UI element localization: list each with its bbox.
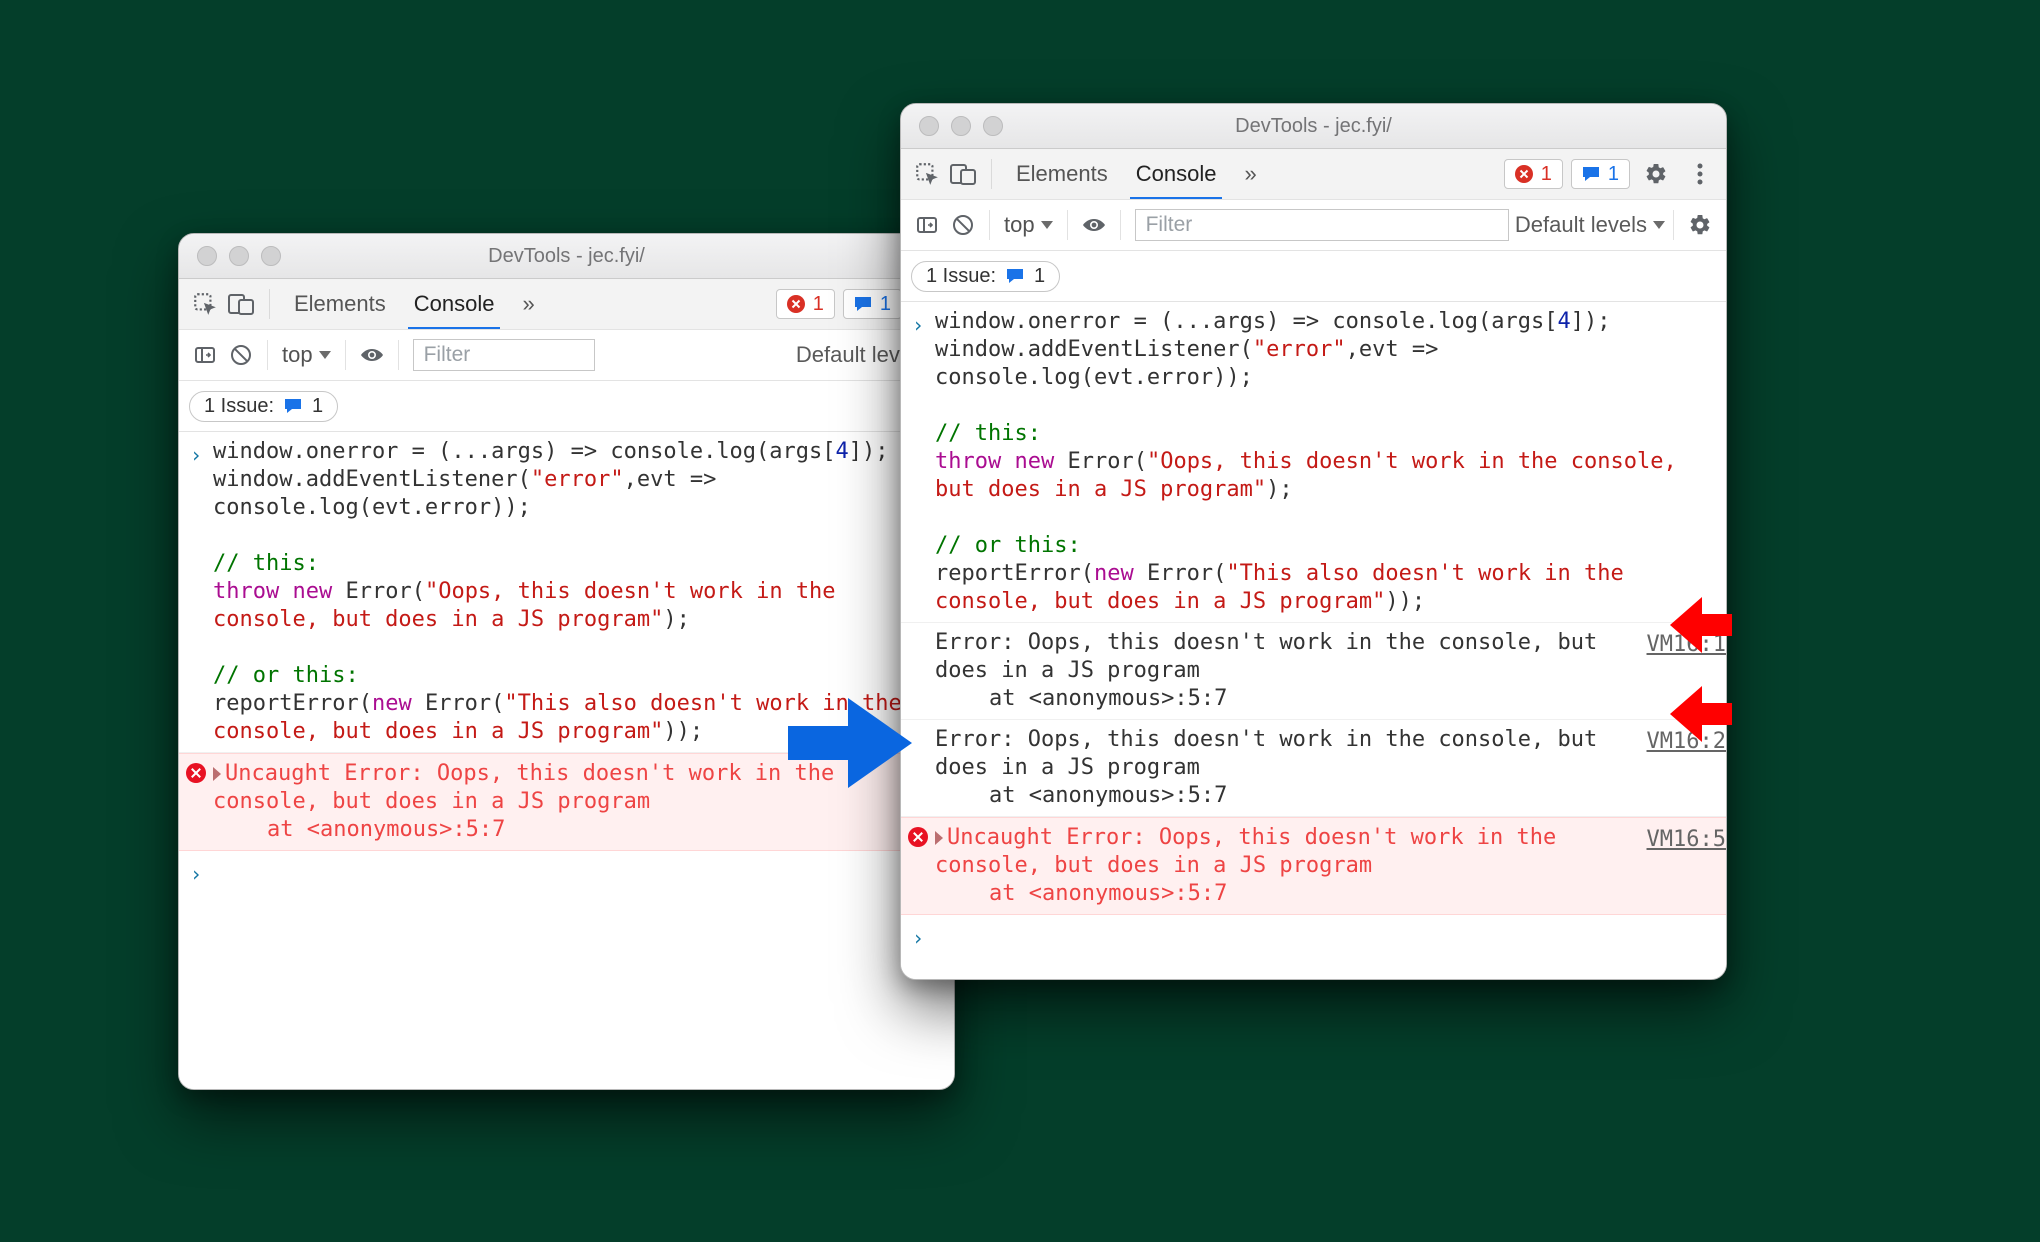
tl-max[interactable] [983,116,1003,136]
tl-close[interactable] [197,246,217,266]
message-icon [1006,267,1024,285]
window-titlebar: DevTools - jec.fyi/ [179,234,954,279]
stack-trace: at <anonymous>:5:7 [935,880,1635,908]
console-code: window.onerror = (...args) => console.lo… [935,308,1726,616]
error-count: 1 [813,293,824,316]
stack-trace: at <anonymous>:5:7 [213,816,889,844]
error-icon [1515,165,1533,183]
input-prompt-icon: › [179,438,213,746]
console-input-row: › window.onerror = (...args) => console.… [901,302,1726,623]
traffic-lights [179,246,299,266]
tab-console[interactable]: Console [400,279,509,329]
tl-min[interactable] [229,246,249,266]
console-log-row[interactable]: Error: Oops, this doesn't work in the co… [901,623,1726,720]
context-label: top [1004,212,1035,238]
tab-more[interactable]: » [1230,149,1270,199]
tab-more[interactable]: » [508,279,548,329]
console-log-row[interactable]: Error: Oops, this doesn't work in the co… [901,720,1726,817]
log-levels-label: Default levels [1515,212,1647,238]
console-settings-icon[interactable] [1682,208,1718,242]
annotation-arrow-blue [788,698,912,788]
tab-elements[interactable]: Elements [1002,149,1122,199]
log-levels-selector[interactable]: Default levels [1515,212,1665,238]
log-message: Error: Oops, this doesn't work in the co… [935,630,1597,683]
input-prompt-icon: › [901,308,935,616]
message-icon [284,397,302,415]
caret-down-icon [1653,221,1665,229]
console-prompt-row[interactable]: › [179,851,954,894]
input-prompt-icon: › [179,857,213,888]
error-icon [179,760,213,844]
live-expression-icon[interactable] [1076,208,1112,242]
console-sidebar-toggle-icon[interactable] [909,208,945,242]
console-output: › window.onerror = (...args) => console.… [901,302,1726,979]
filter-placeholder: Filter [424,343,471,367]
error-count-badge[interactable]: 1 [1504,159,1563,189]
stack-trace: at <anonymous>:5:7 [935,782,1635,810]
error-icon [787,295,805,313]
devtools-window-before: DevTools - jec.fyi/ Elements Console » 1… [178,233,955,1090]
annotation-arrow-red-1 [1670,597,1732,653]
window-title: DevTools - jec.fyi/ [901,115,1726,138]
device-toggle-icon[interactable] [223,287,259,321]
devtools-window-after: DevTools - jec.fyi/ Elements Console » 1… [900,103,1727,980]
caret-down-icon [319,351,331,359]
message-icon [854,295,872,313]
error-count-badge[interactable]: 1 [776,289,835,319]
error-message: Uncaught Error: Oops, this doesn't work … [213,761,834,814]
expand-triangle-icon[interactable] [935,831,943,845]
message-count-badge[interactable]: 1 [1571,159,1630,189]
error-icon [901,824,935,908]
tab-elements[interactable]: Elements [280,279,400,329]
error-message: Uncaught Error: Oops, this doesn't work … [935,825,1556,878]
window-titlebar: DevTools - jec.fyi/ [901,104,1726,149]
message-count-badge[interactable]: 1 [843,289,902,319]
issues-label: 1 Issue: [926,265,996,288]
console-subtoolbar: top Filter Default levels [901,200,1726,251]
inspect-element-icon[interactable] [909,157,945,191]
tl-min[interactable] [951,116,971,136]
issues-label: 1 Issue: [204,395,274,418]
error-count: 1 [1541,163,1552,186]
settings-icon[interactable] [1638,157,1674,191]
issues-count: 1 [1034,265,1045,288]
issues-chip[interactable]: 1 Issue: 1 [911,261,1060,292]
console-sidebar-toggle-icon[interactable] [187,338,223,372]
tl-max[interactable] [261,246,281,266]
message-count: 1 [1608,163,1619,186]
main-toolbar: Elements Console » 1 1 [179,279,954,330]
message-count: 1 [880,293,891,316]
clear-console-icon[interactable] [945,208,981,242]
filter-placeholder: Filter [1146,213,1193,237]
context-selector[interactable]: top [998,212,1059,238]
console-subtoolbar: top Filter Default levels [179,330,954,381]
issues-bar: 1 Issue: 1 [179,381,954,432]
clear-console-icon[interactable] [223,338,259,372]
main-toolbar: Elements Console » 1 1 [901,149,1726,200]
filter-input[interactable]: Filter [1135,209,1509,241]
expand-triangle-icon[interactable] [213,767,221,781]
device-toggle-icon[interactable] [945,157,981,191]
log-message: Error: Oops, this doesn't work in the co… [935,727,1597,780]
context-selector[interactable]: top [276,342,337,368]
caret-down-icon [1041,221,1053,229]
traffic-lights [901,116,1021,136]
input-prompt-icon: › [901,921,935,952]
filter-input[interactable]: Filter [413,339,595,371]
stack-trace: at <anonymous>:5:7 [935,685,1635,713]
issues-bar: 1 Issue: 1 [901,251,1726,302]
annotation-arrow-red-2 [1670,686,1732,742]
message-icon [1582,165,1600,183]
console-error-row[interactable]: Uncaught Error: Oops, this doesn't work … [901,817,1726,915]
tl-close[interactable] [919,116,939,136]
kebab-menu-icon[interactable] [1682,157,1718,191]
issues-chip[interactable]: 1 Issue: 1 [189,391,338,422]
tab-console[interactable]: Console [1122,149,1231,199]
live-expression-icon[interactable] [354,338,390,372]
source-link[interactable]: VM16:5 [1647,824,1726,908]
issues-count: 1 [312,395,323,418]
inspect-element-icon[interactable] [187,287,223,321]
context-label: top [282,342,313,368]
console-prompt-row[interactable]: › [901,915,1726,958]
